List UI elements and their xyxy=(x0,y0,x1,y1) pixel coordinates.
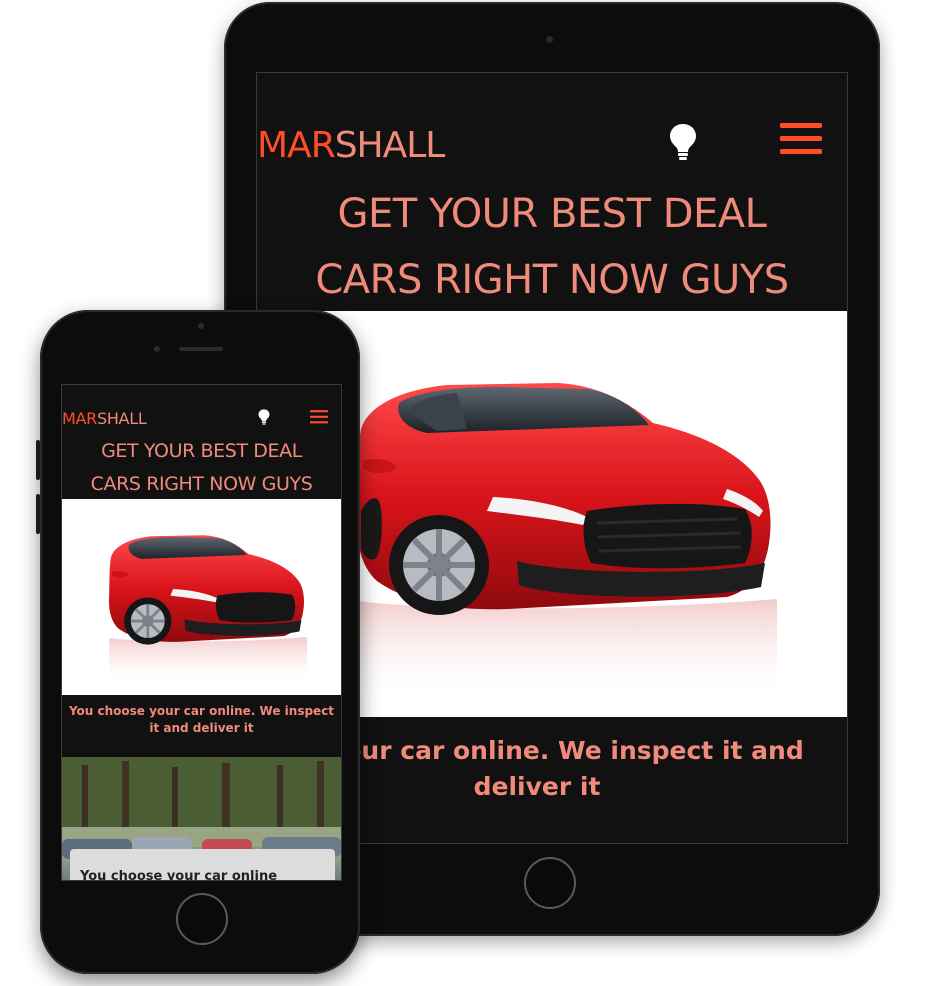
brand-logo-part2: SHALL xyxy=(96,409,147,428)
tagline-caption: You choose your car online. We inspect i… xyxy=(68,704,335,735)
red-car-illustration xyxy=(108,535,308,687)
hero-headline-line2: CARS RIGHT NOW GUYS xyxy=(315,257,789,303)
phone-home-button xyxy=(176,893,228,945)
phone-camera xyxy=(198,323,204,329)
brand-logo-part2: SHALL xyxy=(334,125,446,166)
phone-screen: MARSHALL GET YOUR BEST DEAL CARS RIGHT N… xyxy=(61,384,342,881)
hamburger-menu-icon[interactable] xyxy=(780,121,822,157)
hamburger-menu-icon[interactable] xyxy=(310,409,328,425)
tablet-home-button xyxy=(524,857,576,909)
phone-sensor xyxy=(154,346,160,352)
info-card-title: You choose your car online xyxy=(80,869,278,881)
lightbulb-icon[interactable] xyxy=(669,123,697,161)
phone-speaker xyxy=(179,347,223,351)
hero-headline-line1: GET YOUR BEST DEAL xyxy=(101,440,302,462)
hero-headline: GET YOUR BEST DEAL CARS RIGHT NOW GUYS xyxy=(62,435,341,501)
phone-volume-button xyxy=(36,494,40,534)
brand-logo[interactable]: MARSHALL xyxy=(62,409,147,428)
phone-volume-button xyxy=(36,440,40,480)
brand-logo-part1: MAR xyxy=(257,125,336,166)
brand-logo-part1: MAR xyxy=(62,409,97,428)
brand-logo[interactable]: MARSHALL xyxy=(257,125,446,166)
tablet-camera xyxy=(546,36,553,43)
hero-headline: GET YOUR BEST DEAL CARS RIGHT NOW GUYS xyxy=(257,181,847,313)
lightbulb-icon[interactable] xyxy=(258,409,270,425)
hero-headline-line1: GET YOUR BEST DEAL xyxy=(337,191,767,237)
hero-car-image xyxy=(62,499,341,695)
hero-headline-line2: CARS RIGHT NOW GUYS xyxy=(90,473,313,495)
